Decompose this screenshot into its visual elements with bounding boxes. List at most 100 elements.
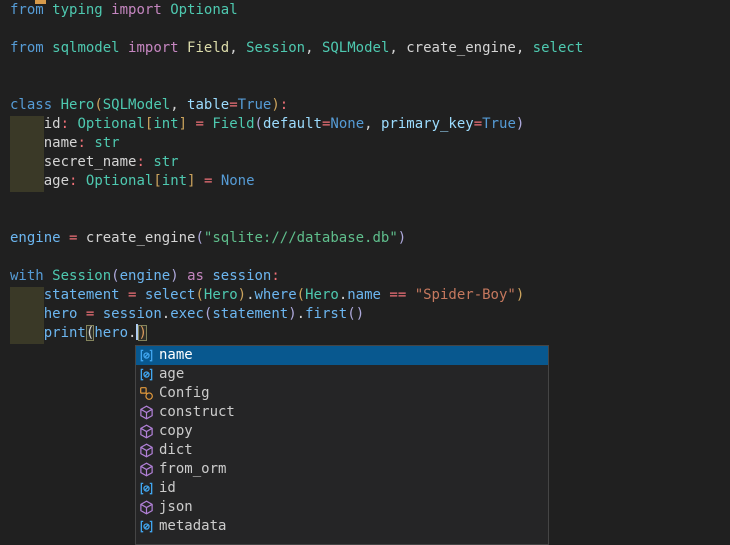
suggestion-item-name[interactable]: name xyxy=(136,346,548,365)
code-line: engine = create_engine("sqlite:///databa… xyxy=(10,229,583,248)
code-token: == xyxy=(389,287,406,303)
suggestion-label: Config xyxy=(159,384,210,403)
suggestion-item-json[interactable]: json xyxy=(136,498,548,517)
code-line xyxy=(10,248,583,267)
code-token: . xyxy=(297,306,305,322)
symbol-field-icon xyxy=(139,348,154,363)
code-token: table xyxy=(187,97,229,113)
code-area[interactable]: from typing import Optionalfrom sqlmodel… xyxy=(10,1,583,343)
suggestion-item-metadata[interactable]: metadata xyxy=(136,517,548,536)
code-token xyxy=(10,306,44,322)
code-token: hero xyxy=(44,306,78,322)
code-token xyxy=(61,230,69,246)
code-token: True xyxy=(482,116,516,132)
code-token: session xyxy=(212,268,271,284)
code-token xyxy=(10,116,44,132)
code-token xyxy=(52,97,60,113)
code-token: Session xyxy=(246,40,305,56)
code-token: id xyxy=(44,116,61,132)
code-line xyxy=(10,58,583,77)
suggestion-item-from_orm[interactable]: from_orm xyxy=(136,460,548,479)
symbol-method-icon xyxy=(139,405,154,420)
code-token: : xyxy=(77,135,85,151)
code-token: = xyxy=(229,97,237,113)
code-token: ) xyxy=(288,306,296,322)
suggestion-item-dict[interactable]: dict xyxy=(136,441,548,460)
code-token: ) xyxy=(516,287,524,303)
suggestion-label: metadata xyxy=(159,517,226,536)
code-token: . xyxy=(128,325,136,341)
code-token xyxy=(10,135,44,151)
code-token xyxy=(77,230,85,246)
code-line: secret_name: str xyxy=(10,153,583,172)
code-token: engine xyxy=(120,268,171,284)
suggestion-item-construct[interactable]: construct xyxy=(136,403,548,422)
code-token xyxy=(10,173,44,189)
code-line: from sqlmodel import Field, Session, SQL… xyxy=(10,39,583,58)
code-token: , xyxy=(305,40,322,56)
code-token: = xyxy=(196,116,204,132)
code-token: "Spider-Boy" xyxy=(415,287,516,303)
code-token: ) xyxy=(516,116,524,132)
code-token: Optional xyxy=(77,116,144,132)
code-token: ( xyxy=(111,268,119,284)
code-token: engine xyxy=(10,230,61,246)
code-line: with Session(engine) as session: xyxy=(10,267,583,286)
code-token: Hero xyxy=(305,287,339,303)
code-token: statement xyxy=(212,306,288,322)
suggestion-item-id[interactable]: id xyxy=(136,479,548,498)
code-token: : xyxy=(136,154,144,170)
code-line xyxy=(10,210,583,229)
code-token: , xyxy=(170,97,187,113)
code-token: , xyxy=(229,40,246,56)
code-token xyxy=(196,173,204,189)
code-line: from typing import Optional xyxy=(10,1,583,20)
code-token: select xyxy=(533,40,584,56)
code-token: SQLModel xyxy=(322,40,389,56)
code-token: hero xyxy=(94,325,128,341)
code-token: Field xyxy=(187,40,229,56)
code-token: ) xyxy=(398,230,406,246)
code-line xyxy=(10,191,583,210)
symbol-field-icon xyxy=(139,519,154,534)
code-token: : xyxy=(271,268,279,284)
code-token: secret_name xyxy=(44,154,137,170)
code-line: class Hero(SQLModel, table=True): xyxy=(10,96,583,115)
code-token: [ xyxy=(153,173,161,189)
code-editor[interactable]: from typing import Optionalfrom sqlmodel… xyxy=(0,0,730,540)
suggestion-item-Config[interactable]: Config xyxy=(136,384,548,403)
suggestion-item-age[interactable]: age xyxy=(136,365,548,384)
code-token: : xyxy=(61,116,69,132)
code-token: . xyxy=(246,287,254,303)
code-token: print xyxy=(44,325,86,341)
code-token xyxy=(10,287,44,303)
code-token: SQLModel xyxy=(103,97,170,113)
code-token: ( xyxy=(195,287,203,303)
code-token: from xyxy=(10,40,44,56)
code-token: "sqlite:///database.db" xyxy=(204,230,398,246)
code-token: import xyxy=(128,40,179,56)
code-token: import xyxy=(111,2,162,18)
code-token: name xyxy=(44,135,78,151)
code-token xyxy=(44,268,52,284)
code-token: Hero xyxy=(61,97,95,113)
suggestion-item-copy[interactable]: copy xyxy=(136,422,548,441)
code-token: sqlmodel xyxy=(52,40,119,56)
code-token: select xyxy=(145,287,196,303)
code-token: first xyxy=(305,306,347,322)
symbol-method-icon xyxy=(139,500,154,515)
code-token: , xyxy=(389,40,406,56)
code-token xyxy=(120,287,128,303)
code-token: default xyxy=(263,116,322,132)
symbol-method-icon xyxy=(139,462,154,477)
code-token: from xyxy=(10,2,44,18)
code-token xyxy=(44,2,52,18)
code-line: statement = select(Hero).where(Hero.name… xyxy=(10,286,583,305)
code-token: ( xyxy=(94,97,102,113)
code-token: ] xyxy=(187,173,195,189)
code-token xyxy=(10,154,44,170)
suggestion-label: dict xyxy=(159,441,193,460)
suggestion-label: id xyxy=(159,479,176,498)
symbol-class-icon xyxy=(139,386,154,401)
code-token xyxy=(77,173,85,189)
